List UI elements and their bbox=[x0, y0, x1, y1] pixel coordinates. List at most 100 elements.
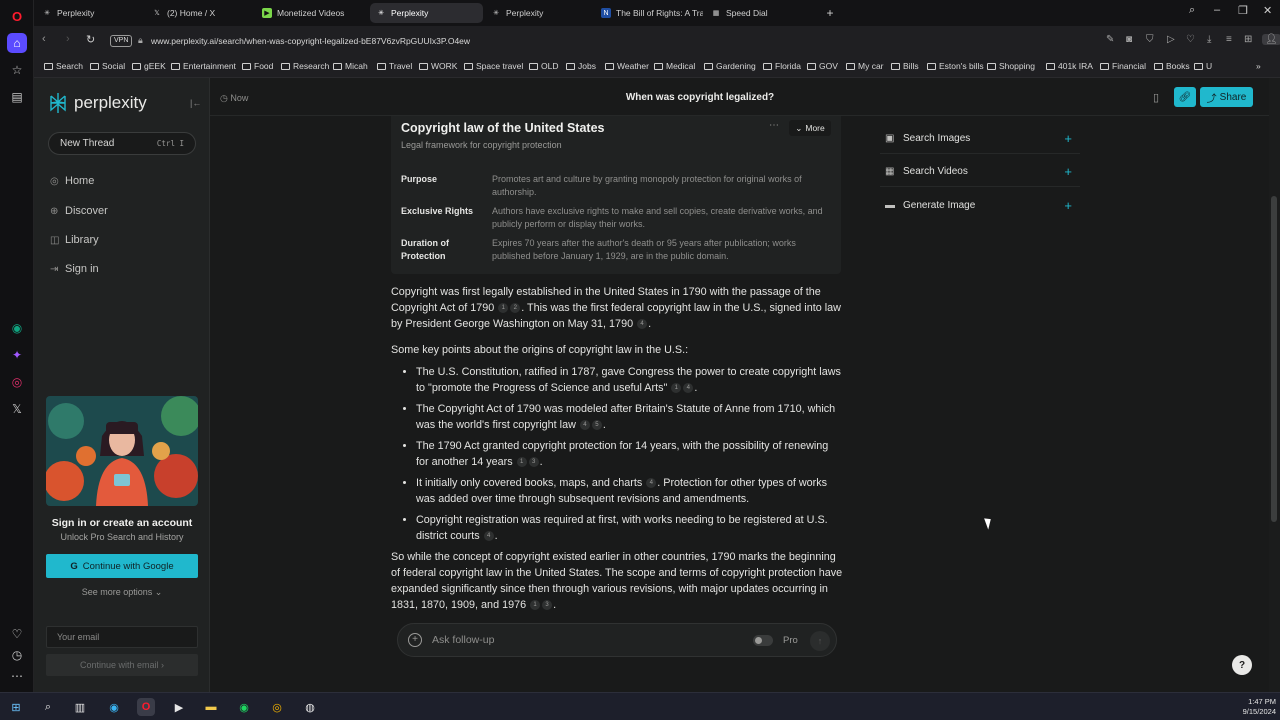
bookmark-weather[interactable]: Weather bbox=[605, 61, 649, 71]
search-videos-button[interactable]: ▦ Search Videos + bbox=[880, 157, 1080, 187]
new-thread-button[interactable]: New Thread Ctrl I bbox=[48, 132, 196, 155]
bookmark-search[interactable]: Search bbox=[44, 61, 83, 71]
bookmark-social[interactable]: Social bbox=[90, 61, 125, 71]
bookmark-travel[interactable]: Travel bbox=[377, 61, 412, 71]
app-icon[interactable]: ◍ bbox=[301, 698, 319, 716]
send-arrow-icon[interactable]: ↑ bbox=[810, 631, 830, 651]
chrome-icon[interactable]: ◎ bbox=[268, 698, 286, 716]
bookmark-estons-bills[interactable]: Eston's bills bbox=[927, 61, 984, 71]
history-clock-icon[interactable]: ◷ bbox=[7, 645, 27, 665]
bookmark-financial[interactable]: Financial bbox=[1100, 61, 1146, 71]
system-clock[interactable]: 1:47 PM 9/15/2024 bbox=[1222, 697, 1276, 717]
sidebar-item-home[interactable]: ◎ Home bbox=[50, 175, 94, 187]
x-twitter-icon[interactable]: 𝕏 bbox=[7, 399, 27, 419]
more-icon[interactable]: ⋯ bbox=[7, 666, 27, 686]
more-options-icon[interactable]: ⋯ bbox=[769, 120, 779, 131]
citation-badge[interactable]: 4 bbox=[483, 531, 494, 541]
bookmark-research[interactable]: Research bbox=[281, 61, 329, 71]
attach-plus-icon[interactable]: + bbox=[408, 633, 422, 647]
bookmark-gardening[interactable]: Gardening bbox=[704, 61, 756, 71]
profile-icon[interactable]: 👤︎ bbox=[1262, 34, 1280, 45]
search-images-button[interactable]: ▣ Search Images + bbox=[880, 124, 1080, 154]
continue-with-email-button[interactable]: Continue with email › bbox=[46, 654, 198, 676]
more-button[interactable]: ⌄ More bbox=[789, 120, 831, 136]
spotify-icon[interactable]: ◉ bbox=[235, 698, 253, 716]
vpn-badge[interactable]: VPN bbox=[110, 35, 133, 47]
pinboard-star-icon[interactable]: ☆ bbox=[7, 60, 27, 80]
chatgpt-icon[interactable]: ◉ bbox=[7, 318, 27, 338]
bookmark-medical[interactable]: Medical bbox=[654, 61, 695, 71]
help-button[interactable]: ? bbox=[1232, 655, 1252, 675]
bookmark-food[interactable]: Food bbox=[242, 61, 273, 71]
generate-image-button[interactable]: ▬ Generate Image + bbox=[880, 190, 1080, 220]
player-icon[interactable]: ▷ bbox=[1167, 34, 1175, 45]
citation-badge[interactable]: 1 bbox=[530, 600, 541, 610]
messenger-icon[interactable]: ✦ bbox=[7, 345, 27, 365]
minimize-icon[interactable]: – bbox=[1214, 4, 1220, 16]
tab-perplexity-1[interactable]: ✳ Perplexity bbox=[36, 3, 142, 23]
tab-speed-dial[interactable]: ▦ Speed Dial bbox=[705, 3, 815, 23]
share-button[interactable]: ⤴ Share bbox=[1200, 87, 1253, 107]
bookmark-my-car[interactable]: My car bbox=[846, 61, 884, 71]
camera-icon[interactable]: ◙ bbox=[1126, 34, 1132, 45]
bookmark-icon[interactable]: ▯ bbox=[1153, 91, 1159, 104]
citation-badge[interactable]: 1 bbox=[498, 303, 509, 313]
perplexity-logo[interactable]: perplexity bbox=[48, 92, 147, 114]
sidebar-item-library[interactable]: ◫ Library bbox=[50, 234, 99, 246]
citation-badge[interactable]: 4 bbox=[637, 319, 648, 329]
citation-badge[interactable]: 4 bbox=[646, 478, 657, 488]
bookmark-space-travel[interactable]: Space travel bbox=[464, 61, 523, 71]
see-more-options-link[interactable]: See more options ⌄ bbox=[34, 587, 210, 598]
edge-icon[interactable]: ◉ bbox=[105, 698, 123, 716]
heart-icon[interactable]: ♡ bbox=[7, 624, 27, 644]
windows-start-icon[interactable]: ⊞ bbox=[7, 698, 25, 716]
tab-x-home[interactable]: 𝕏 (2) Home / X bbox=[146, 3, 252, 23]
tab-monetized-videos[interactable]: ▶ Monetized Videos bbox=[256, 3, 366, 23]
citation-badge[interactable]: 4 bbox=[579, 420, 590, 430]
opera-taskbar-icon[interactable]: O bbox=[137, 698, 155, 716]
pro-toggle[interactable] bbox=[753, 635, 773, 646]
speed-dial-home-icon[interactable]: ⌂ bbox=[7, 33, 27, 53]
bookmark-jobs[interactable]: Jobs bbox=[566, 61, 596, 71]
citation-badge[interactable]: 3 bbox=[542, 600, 553, 610]
taskbar-search-icon[interactable]: ⌕ bbox=[39, 698, 57, 716]
download-icon[interactable]: ⤓ bbox=[1207, 34, 1211, 45]
bookmark-work[interactable]: WORK bbox=[419, 61, 457, 71]
media-player-icon[interactable]: ▶ bbox=[170, 698, 188, 716]
citation-badge[interactable]: 1 bbox=[671, 383, 682, 393]
scrollbar-thumb[interactable] bbox=[1271, 196, 1277, 522]
task-view-icon[interactable]: ▥ bbox=[71, 698, 89, 716]
bookmark-entertainment[interactable]: Entertainment bbox=[171, 61, 236, 71]
citation-badge[interactable]: 2 bbox=[510, 303, 521, 313]
instagram-icon[interactable]: ◎ bbox=[7, 372, 27, 392]
bookmarks-overflow-icon[interactable]: » bbox=[1256, 61, 1261, 71]
tab-perplexity-3[interactable]: ✳ Perplexity bbox=[485, 3, 593, 23]
email-field[interactable] bbox=[46, 626, 198, 648]
tab-search-icon[interactable]: ⌕ bbox=[1189, 4, 1195, 17]
copy-link-icon[interactable]: 🔗︎ bbox=[1174, 87, 1196, 107]
citation-badge[interactable]: 1 bbox=[516, 457, 527, 467]
heart-bookmark-icon[interactable]: ♡ bbox=[1186, 34, 1195, 45]
bookmark-401k-ira[interactable]: 401k IRA bbox=[1046, 61, 1093, 71]
sidebar-item-sign-in[interactable]: ⇥ Sign in bbox=[50, 263, 99, 275]
back-icon[interactable]: ‹ bbox=[42, 33, 46, 45]
sidebar-item-discover[interactable]: ⊕ Discover bbox=[50, 205, 108, 217]
menu-icon[interactable]: ≡ bbox=[1226, 34, 1232, 45]
reload-icon[interactable]: ↻ bbox=[86, 33, 95, 46]
new-tab-button[interactable]: + bbox=[820, 3, 840, 23]
extensions-icon[interactable]: ⊞ bbox=[1244, 34, 1252, 45]
forward-icon[interactable]: › bbox=[66, 33, 70, 45]
continue-with-google-button[interactable]: G Continue with Google bbox=[46, 554, 198, 578]
wallet-icon[interactable]: ▤ bbox=[7, 87, 27, 107]
bookmark-micah[interactable]: Micah bbox=[333, 61, 368, 71]
citation-badge[interactable]: 5 bbox=[591, 420, 602, 430]
maximize-icon[interactable]: ❐ bbox=[1238, 4, 1248, 17]
url-field[interactable]: www.perplexity.ai/search/when-was-copyri… bbox=[151, 36, 470, 46]
close-window-icon[interactable]: ✕ bbox=[1263, 4, 1272, 17]
bookmark-bills[interactable]: Bills bbox=[891, 61, 919, 71]
bookmark-old[interactable]: OLD bbox=[529, 61, 558, 71]
shield-icon[interactable]: ⛉ bbox=[1146, 34, 1154, 45]
bookmark-shopping[interactable]: Shopping bbox=[987, 61, 1035, 71]
edit-icon[interactable]: ✎ bbox=[1106, 34, 1114, 45]
citation-badge[interactable]: 3 bbox=[528, 457, 539, 467]
